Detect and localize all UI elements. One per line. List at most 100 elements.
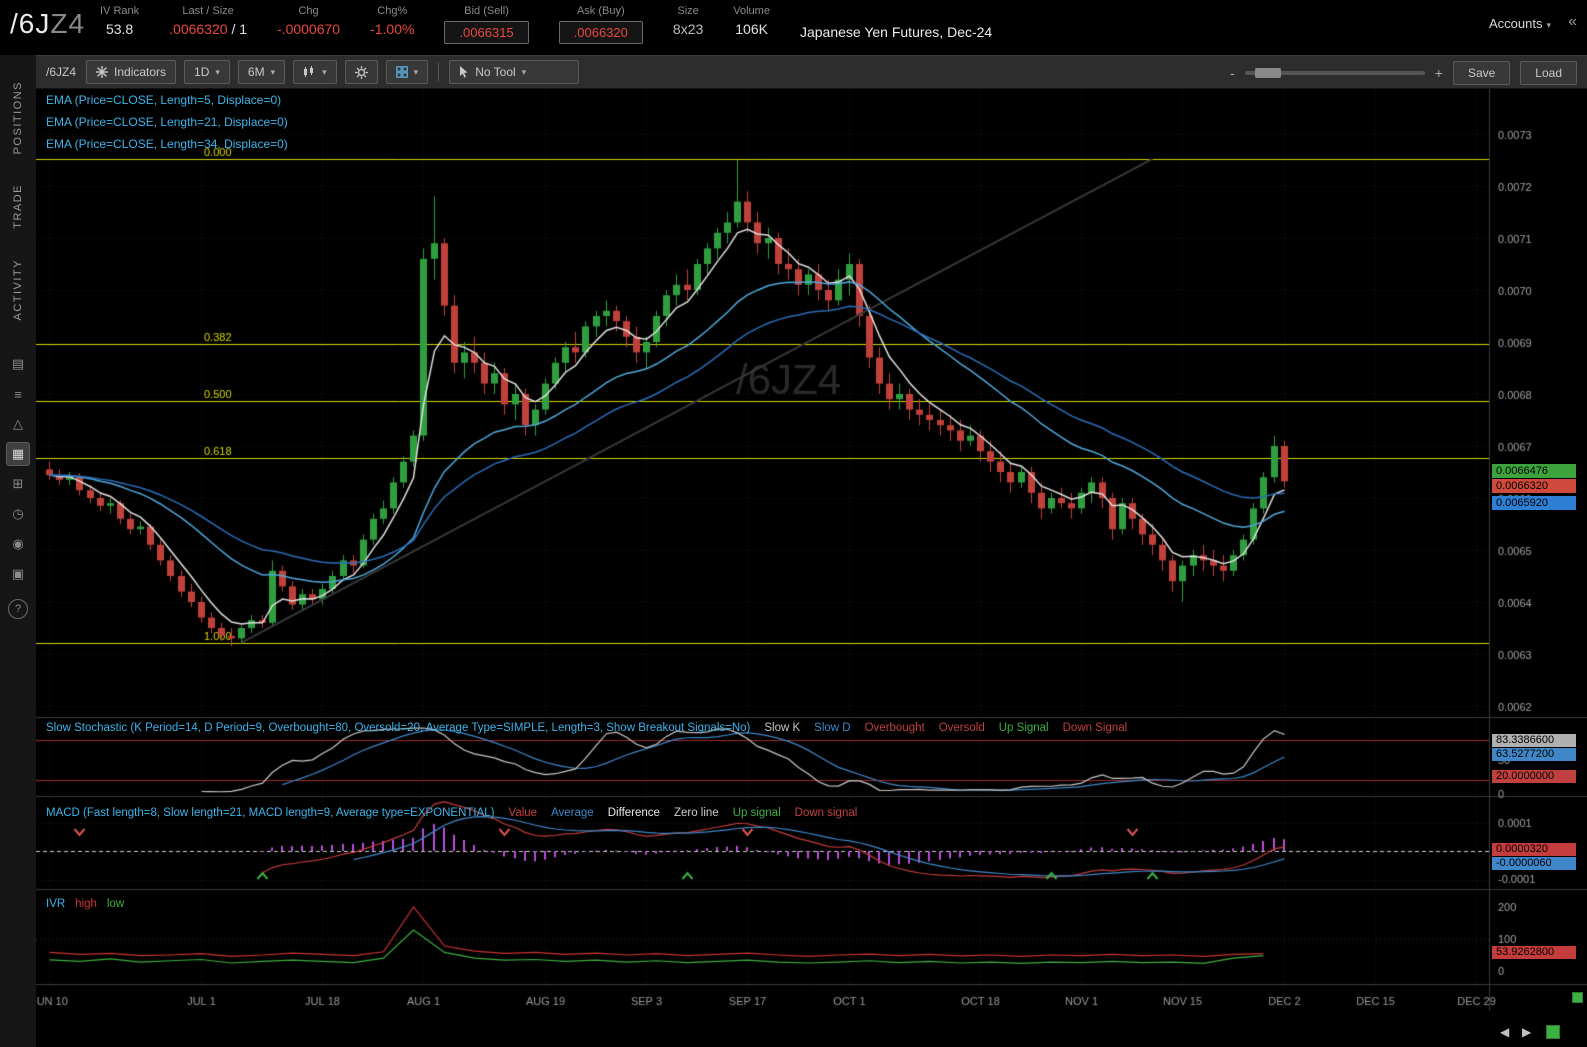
grid-icon[interactable]: ⊞ — [7, 473, 29, 495]
ask-button[interactable]: .0066320 — [559, 21, 643, 44]
chevron-down-icon: ▾ — [1546, 20, 1551, 30]
watchlist-icon[interactable]: ≡ — [7, 383, 29, 405]
legend-down-signal: Down Signal — [1063, 722, 1128, 734]
last-size-field: Last / Size .0066320 / 1 — [169, 5, 247, 37]
ivr-study-label[interactable]: IVR — [46, 898, 65, 910]
legend-macd-average: Average — [551, 807, 594, 819]
collapse-panel-icon[interactable]: « — [1568, 13, 1577, 31]
macd-panel-header: MACD (Fast length=8, Slow length=21, MAC… — [46, 807, 857, 819]
save-button[interactable]: Save — [1453, 61, 1510, 85]
left-sidebar: POSITIONS TRADE ACTIVITY ▤ ≡ △ ▦ ⊞ ◷ ◉ ▣… — [0, 55, 37, 1047]
drawing-tool-dropdown[interactable]: No Tool▾ — [449, 60, 579, 84]
timeframe-dropdown[interactable]: 1D▾ — [184, 60, 230, 84]
zoom-slider[interactable] — [1245, 71, 1425, 75]
chevron-down-icon: ▾ — [414, 67, 419, 78]
legend-ivr-low: low — [107, 898, 124, 910]
cursor-icon — [459, 66, 469, 78]
toolbar-separator — [438, 63, 439, 81]
macd-average-chip: -0.0000060 — [1492, 857, 1576, 870]
chg-value: -.0000670 — [277, 21, 340, 37]
bid-field: Bid (Sell) .0066315 — [444, 5, 528, 44]
apps-icon[interactable]: ▣ — [7, 563, 29, 585]
chart-icon[interactable]: ▦ — [7, 443, 29, 465]
price-chart-canvas[interactable] — [36, 89, 1587, 1011]
toolbar-right-cluster: - + Save Load — [1230, 56, 1577, 90]
accounts-dropdown[interactable]: Accounts▾ — [1489, 16, 1551, 31]
quote-fields: IV Rank 53.8 Last / Size .0066320 / 1 Ch… — [100, 5, 992, 44]
chart-type-dropdown[interactable]: ▾ — [293, 60, 337, 84]
sidebar-tabs: POSITIONS TRADE ACTIVITY — [0, 55, 36, 321]
chg-pct-value: -1.00% — [370, 21, 414, 37]
chevron-down-icon: ▾ — [271, 67, 276, 78]
zoom-out-button[interactable]: - — [1230, 65, 1235, 81]
chg-label: Chg — [298, 5, 318, 17]
symbol-title: /6JZ4 — [10, 8, 85, 40]
axis-end-marker-icon[interactable] — [1572, 992, 1583, 1003]
sidebar-tab-activity[interactable]: ACTIVITY — [12, 259, 24, 321]
bid-button[interactable]: .0066315 — [444, 21, 528, 44]
ivr-panel-header: IVR high low — [46, 898, 124, 910]
sidebar-tab-positions[interactable]: POSITIONS — [12, 81, 24, 154]
stoch-d-value-chip: 63.5277200 — [1492, 748, 1576, 761]
chart-settings-button[interactable] — [345, 60, 378, 84]
ema21-study-label[interactable]: EMA (Price=CLOSE, Length=21, Displace=0) — [46, 115, 288, 129]
stoch-k-value-chip: 83.3386600 — [1492, 734, 1576, 747]
legend-macd-value: Value — [509, 807, 538, 819]
chg-pct-label: Chg% — [377, 5, 407, 17]
indicators-button[interactable]: Indicators — [86, 60, 176, 84]
range-dropdown[interactable]: 6M▾ — [238, 60, 285, 84]
ask-label: Ask (Buy) — [577, 5, 625, 17]
load-button[interactable]: Load — [1520, 61, 1577, 85]
zoom-in-button[interactable]: + — [1435, 65, 1443, 81]
size-label: Size — [677, 5, 698, 17]
gear-icon — [355, 66, 368, 79]
price-bubble-ema-slow: 0.0065920 — [1492, 496, 1576, 510]
legend-up-signal: Up Signal — [999, 722, 1049, 734]
volume-label: Volume — [733, 5, 770, 17]
symbol-root: /6J — [10, 8, 50, 39]
legend-macd-difference: Difference — [608, 807, 660, 819]
symbol-suffix: Z4 — [50, 8, 85, 39]
contract-description: Japanese Yen Futures, Dec-24 — [800, 24, 992, 40]
sidebar-tab-trade[interactable]: TRADE — [12, 184, 24, 229]
layout-dropdown[interactable]: ▾ — [386, 60, 429, 84]
monitor-icon[interactable]: ▤ — [7, 353, 29, 375]
chart-region: EMA (Price=CLOSE, Length=5, Displace=0) … — [36, 89, 1587, 1047]
ema34-study-label[interactable]: EMA (Price=CLOSE, Length=34, Displace=0) — [46, 137, 288, 151]
grid-layout-icon — [396, 66, 408, 78]
stoch-oversold-chip: 20.0000000 — [1492, 770, 1576, 783]
ema5-study-label[interactable]: EMA (Price=CLOSE, Length=5, Displace=0) — [46, 93, 281, 107]
flask-icon[interactable]: △ — [7, 413, 29, 435]
zoom-slider-handle[interactable] — [1255, 68, 1281, 78]
social-icon[interactable]: ◉ — [7, 533, 29, 555]
go-to-end-button[interactable] — [1546, 1025, 1560, 1039]
last-size-value: .0066320 / 1 — [169, 21, 247, 37]
macd-study-label[interactable]: MACD (Fast length=8, Slow length=21, MAC… — [46, 807, 495, 819]
quote-header: /6JZ4 IV Rank 53.8 Last / Size .0066320 … — [0, 0, 1587, 55]
iv-rank-label: IV Rank — [100, 5, 139, 17]
iv-rank-field: IV Rank 53.8 — [100, 5, 139, 37]
sidebar-icon-rail: ▤ ≡ △ ▦ ⊞ ◷ ◉ ▣ ? — [0, 353, 36, 619]
stochastic-panel-header: Slow Stochastic (K Period=14, D Period=9… — [46, 722, 1127, 734]
indicators-star-icon — [96, 66, 108, 78]
volume-field: Volume 106K — [733, 5, 770, 37]
ivr-value-chip: 53.9262800 — [1492, 946, 1576, 959]
chg-pct-field: Chg% -1.00% — [370, 5, 414, 37]
chg-field: Chg -.0000670 — [277, 5, 340, 37]
size-field: Size 8x23 — [673, 5, 703, 37]
history-clock-icon[interactable]: ◷ — [7, 503, 29, 525]
legend-slow-d: Slow D — [814, 722, 850, 734]
chevron-down-icon: ▾ — [522, 67, 527, 78]
candlestick-icon — [303, 66, 316, 78]
stochastic-study-label[interactable]: Slow Stochastic (K Period=14, D Period=9… — [46, 722, 750, 734]
legend-macd-up-signal: Up signal — [733, 807, 781, 819]
scroll-left-icon[interactable]: ◀ — [1500, 1025, 1509, 1039]
ask-field: Ask (Buy) .0066320 — [559, 5, 643, 44]
help-icon[interactable]: ? — [8, 599, 28, 619]
bid-label: Bid (Sell) — [464, 5, 509, 17]
macd-value-chip: 0.0000320 — [1492, 843, 1576, 856]
chevron-down-icon: ▾ — [215, 67, 220, 78]
size-value: 8x23 — [673, 21, 703, 37]
scroll-right-icon[interactable]: ▶ — [1522, 1025, 1531, 1039]
chart-toolbar: /6JZ4 Indicators 1D▾ 6M▾ ▾ ▾ No Tool▾ - … — [36, 55, 1587, 89]
